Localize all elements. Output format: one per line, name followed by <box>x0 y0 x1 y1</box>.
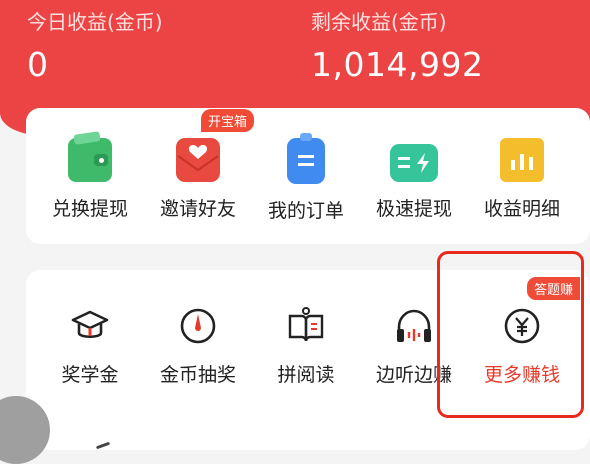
partial-icon <box>95 441 111 450</box>
order-icon <box>287 133 325 184</box>
shortcut-invite-friends[interactable]: 邀请好友 <box>144 138 252 221</box>
earnings-detail-icon <box>500 138 544 182</box>
remaining-earnings-value: 1,014,992 <box>311 45 484 84</box>
earn-coin-lottery-label: 金币抽奖 <box>159 364 236 386</box>
spinner-dial-icon <box>178 306 218 346</box>
wallet-icon <box>68 131 112 182</box>
today-earnings-label: 今日收益(金币) <box>27 10 163 34</box>
remaining-earnings: 剩余收益(金币) 1,014,992 <box>311 6 483 84</box>
shortcut-earnings-detail[interactable]: 收益明细 <box>468 138 576 221</box>
earn-group-reading-label: 拼阅读 <box>277 364 335 386</box>
remaining-earnings-label: 剩余收益(金币) <box>311 10 447 34</box>
graduation-cap-icon <box>70 306 110 346</box>
shortcut-fast-withdraw-label: 极速提现 <box>375 198 452 220</box>
headphones-icon <box>394 306 434 346</box>
shortcut-card: 兑换提现 邀请好友 我的订单 极速提现 收益明细 <box>26 108 590 244</box>
highlight-box <box>437 251 584 418</box>
shortcut-my-orders-label: 我的订单 <box>267 200 344 222</box>
earn-scholarship-label: 奖学金 <box>61 364 119 386</box>
invite-envelope-icon <box>176 138 220 182</box>
earn-group-reading[interactable]: 拼阅读 <box>252 306 360 387</box>
shortcut-my-orders[interactable]: 我的订单 <box>252 133 360 223</box>
shortcut-redeem-withdraw[interactable]: 兑换提现 <box>36 131 144 221</box>
today-earnings-value: 0 <box>27 45 49 84</box>
earn-scholarship[interactable]: 奖学金 <box>36 306 144 387</box>
shortcut-earnings-detail-label: 收益明细 <box>483 198 560 220</box>
earn-coin-lottery[interactable]: 金币抽奖 <box>144 306 252 387</box>
fast-cash-icon <box>390 144 438 182</box>
book-icon <box>286 306 326 346</box>
today-earnings: 今日收益(金币) 0 <box>27 6 163 84</box>
shortcut-invite-friends-label: 邀请好友 <box>159 198 236 220</box>
shortcut-fast-withdraw[interactable]: 极速提现 <box>360 138 468 221</box>
shortcut-redeem-withdraw-label: 兑换提现 <box>51 198 128 220</box>
open-treasure-badge[interactable]: 开宝箱 <box>201 109 255 132</box>
